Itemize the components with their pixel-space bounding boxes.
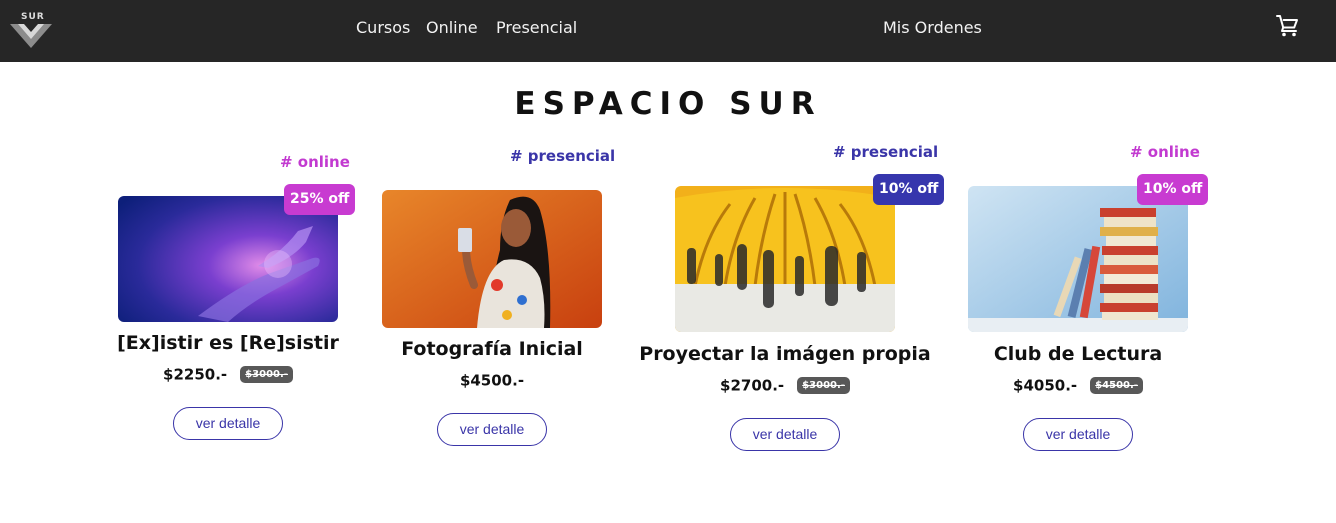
product-price: $2250.- (163, 365, 228, 384)
original-price: $4500.- (1090, 377, 1143, 394)
nav-link-cursos[interactable]: Cursos (356, 18, 410, 37)
product-price: $2700.- (720, 376, 785, 395)
discount-badge: 10% off (1137, 174, 1209, 205)
original-price: $3000.- (240, 366, 293, 383)
product-tag[interactable]: # presencial (833, 143, 938, 161)
page-title: ESPACIO SUR (514, 86, 822, 122)
navbar: SUR Cursos Online Presencial Mis Ordenes (0, 0, 1336, 62)
product-price: $4050.- (1013, 376, 1078, 395)
product-image[interactable] (968, 186, 1188, 332)
discount-badge: 10% off (873, 174, 945, 205)
product-tag[interactable]: # online (1130, 143, 1200, 161)
nav-link-online[interactable]: Online (426, 18, 478, 37)
price-row: $4500.- (342, 370, 642, 390)
product-image[interactable] (382, 190, 602, 328)
logo-triangle-icon (10, 24, 52, 48)
ver-detalle-button[interactable]: ver detalle (173, 407, 283, 440)
price-row: $2250.- $3000.- (78, 364, 378, 384)
logo[interactable]: SUR (10, 12, 52, 48)
product-name: Club de Lectura (993, 343, 1163, 365)
product-price: $4500.- (459, 371, 525, 390)
product-name: Proyectar la imágen propia (639, 343, 931, 365)
nav-link-presencial[interactable]: Presencial (496, 18, 577, 37)
cart-icon[interactable] (1276, 14, 1300, 38)
product-image[interactable] (675, 186, 895, 332)
ver-detalle-button[interactable]: ver detalle (1023, 418, 1133, 451)
product-tag[interactable]: # presencial (510, 147, 615, 165)
product-tag[interactable]: # online (280, 153, 350, 171)
original-price: $3000.- (797, 377, 850, 394)
discount-badge: 25% off (284, 184, 356, 215)
price-row: $2700.- $3000.- (635, 375, 935, 395)
ver-detalle-button[interactable]: ver detalle (437, 413, 547, 446)
logo-text: SUR (21, 12, 45, 22)
nav-link-mis-ordenes[interactable]: Mis Ordenes (883, 18, 982, 37)
product-name: Fotografía Inicial (401, 338, 583, 360)
ver-detalle-button[interactable]: ver detalle (730, 418, 840, 451)
price-row: $4050.- $4500.- (928, 375, 1228, 395)
